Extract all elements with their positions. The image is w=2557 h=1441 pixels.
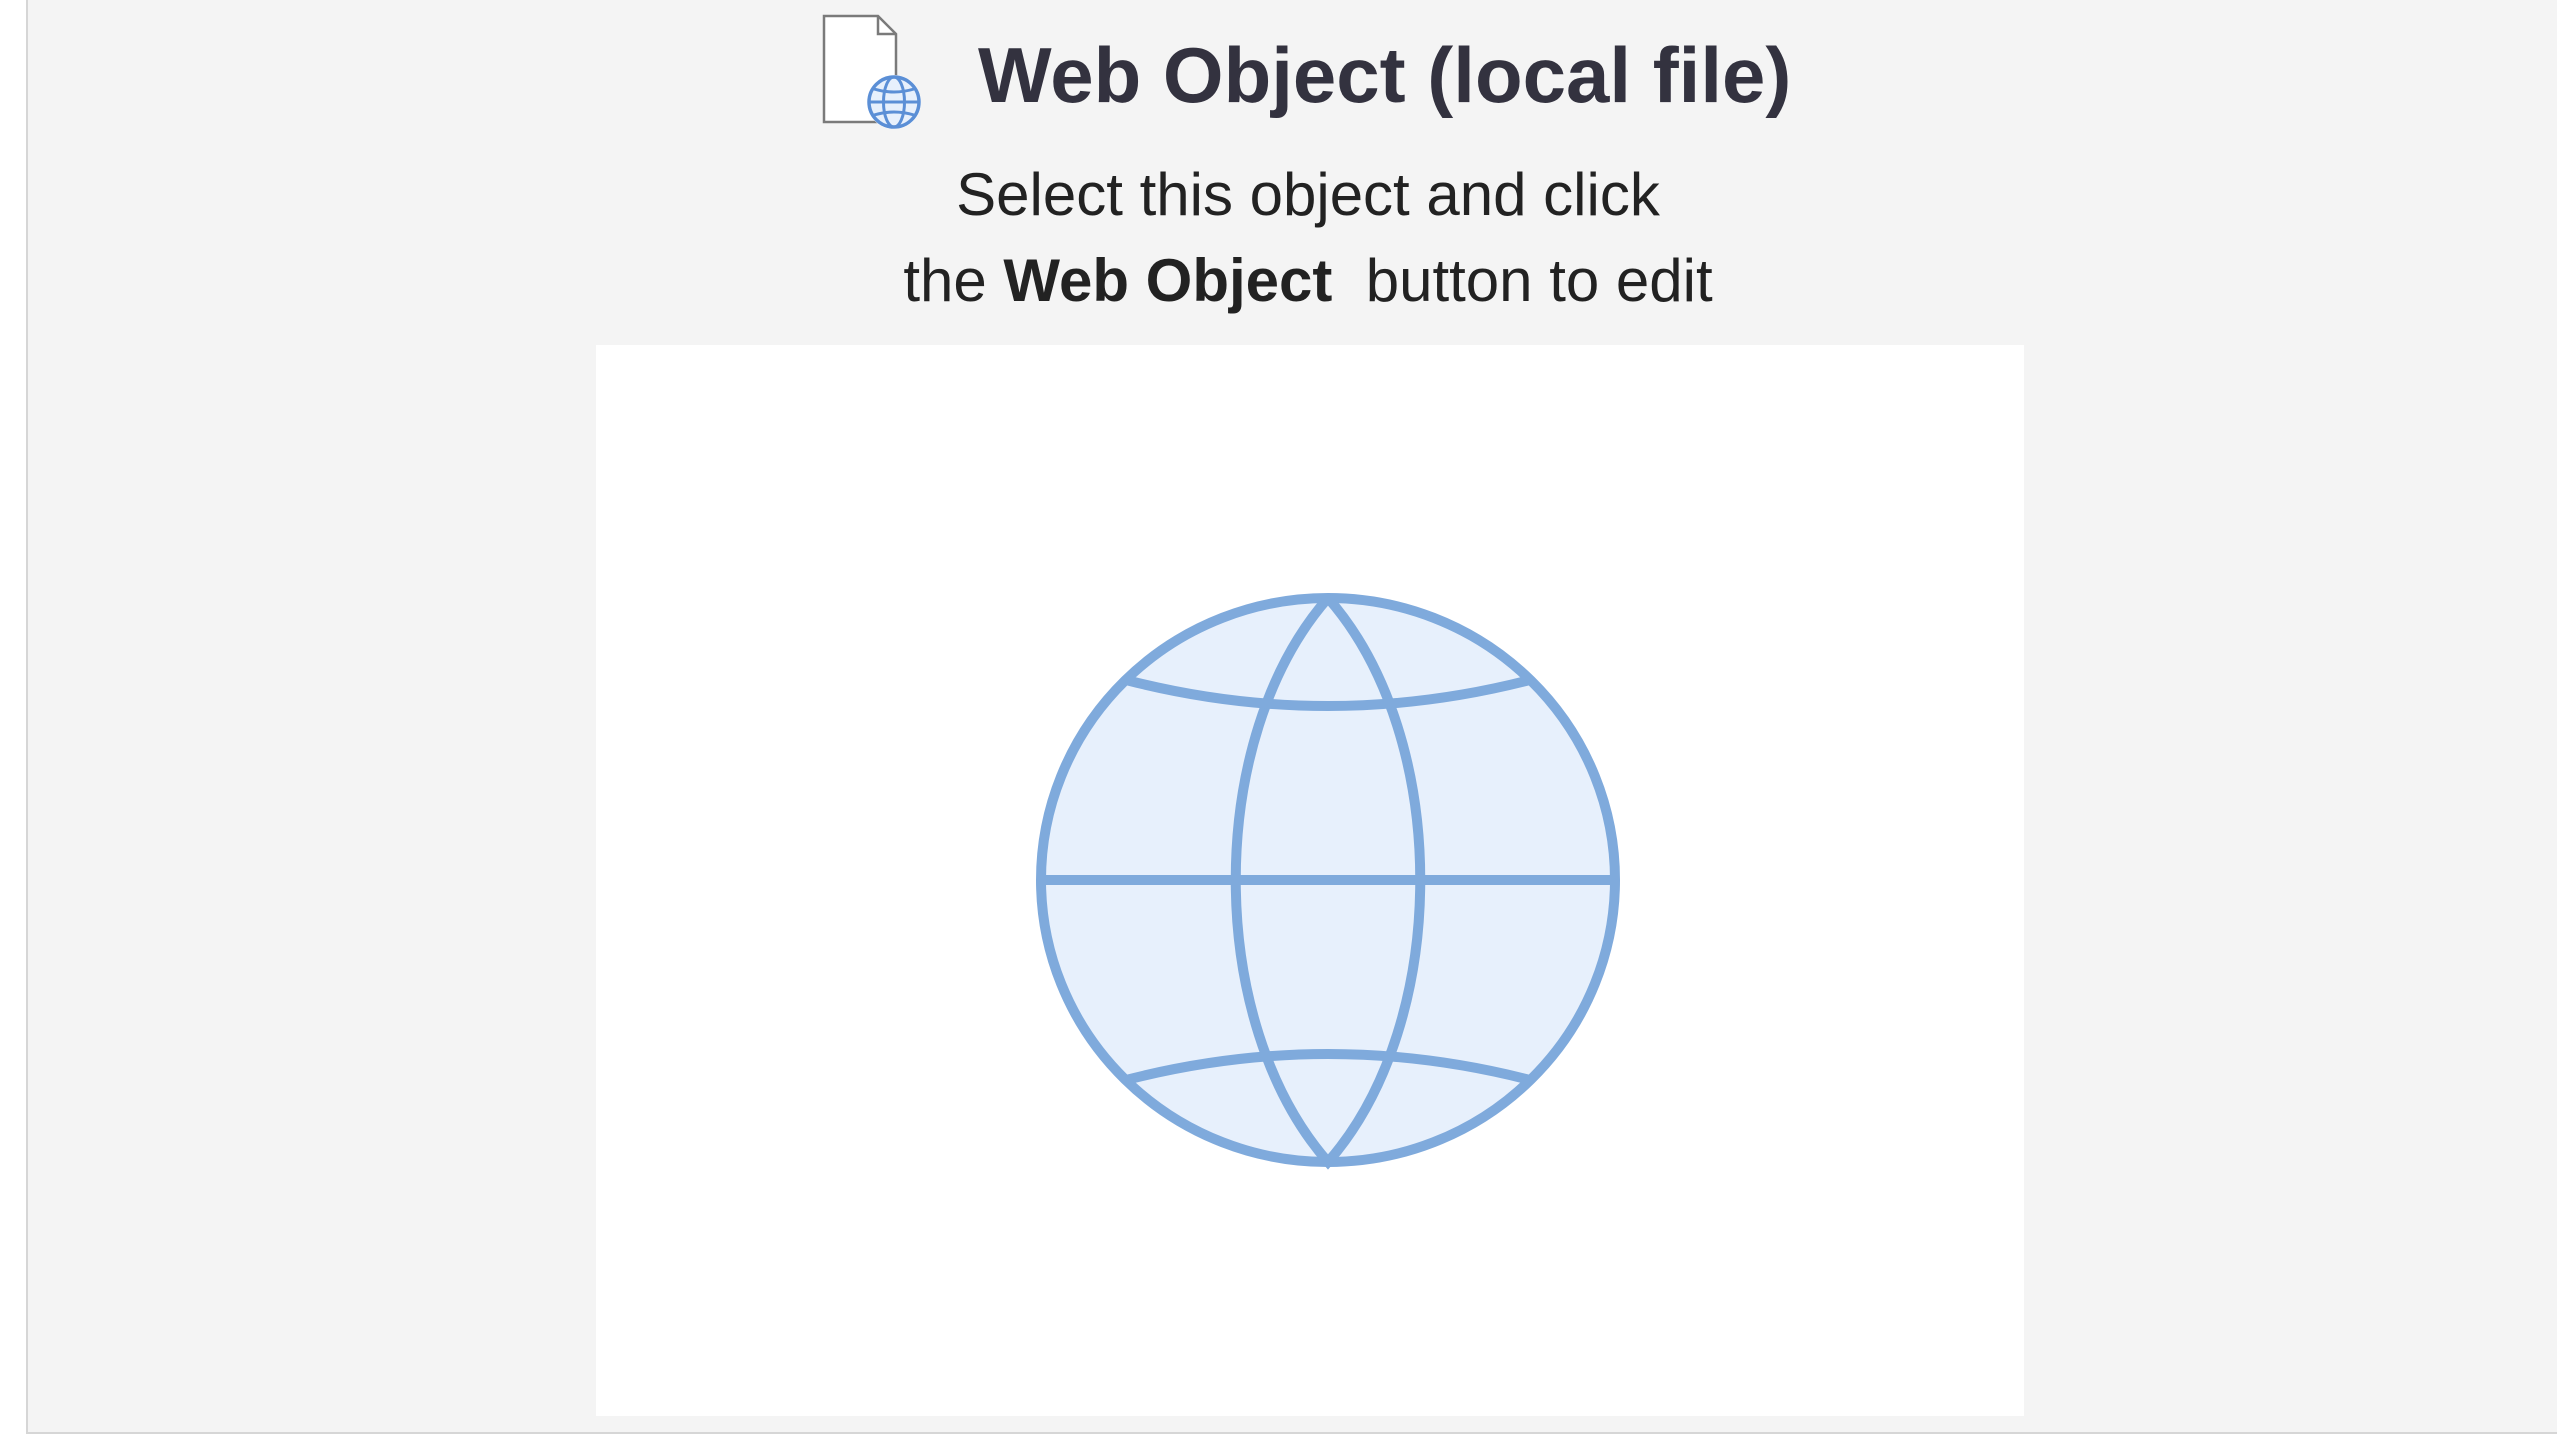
web-object-placeholder[interactable]: Web Object (local file) Select this obje… [26, 0, 2557, 1434]
edit-instructions: Select this object and click the Web Obj… [28, 152, 2557, 324]
instruction-prefix: the [903, 247, 987, 314]
web-object-preview [596, 345, 2024, 1416]
object-title: Web Object (local file) [978, 31, 1792, 119]
instruction-suffix: button to edit [1365, 247, 1713, 314]
web-file-icon [822, 14, 921, 129]
instruction-line-1: Select this object and click [956, 161, 1660, 228]
globe-icon [1036, 593, 1620, 1170]
instruction-line-2: the Web Object button to edit [28, 238, 2557, 324]
web-object-button-reference: Web Object [1003, 247, 1333, 314]
